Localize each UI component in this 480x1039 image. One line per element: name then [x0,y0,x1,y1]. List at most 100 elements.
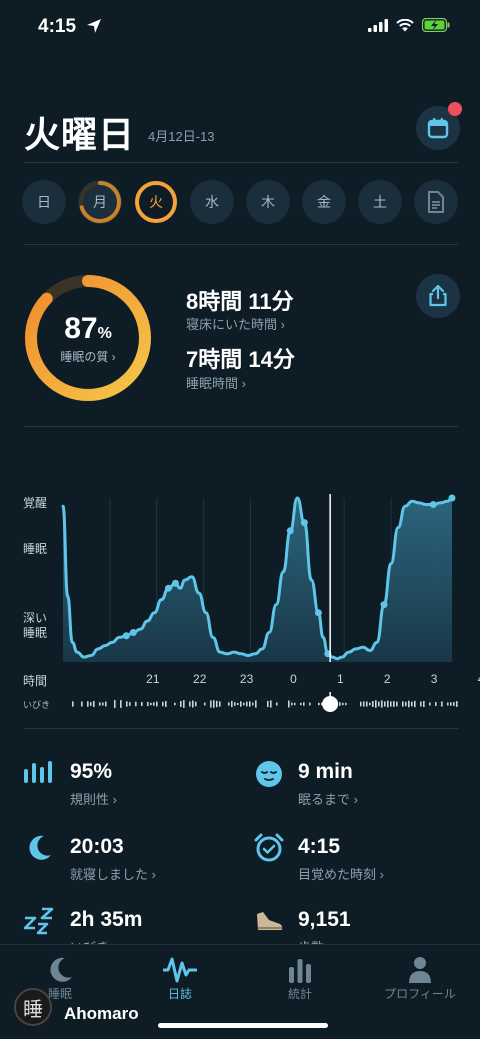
snore-bar [231,700,233,708]
x-axis-title: 時間 [23,674,48,688]
snore-bar [393,701,395,707]
snore-bar [219,701,221,707]
sleepy-face-icon [252,757,286,791]
snore-bar [90,702,92,706]
x-tick-label: 1 [336,672,344,686]
day-label: 木 [261,194,275,210]
alarm-clock-icon [252,831,286,865]
snore-bar [189,701,191,707]
snore-bar [396,701,398,707]
snore-bar [240,701,242,707]
time-to-sleep-label[interactable]: 眠るまで › [298,789,358,808]
sleep-point [300,519,308,527]
waveform-icon [163,957,197,983]
y-label-deep-1: 深い [23,611,48,625]
day-label: 土 [373,194,387,210]
sleep-point [429,501,437,509]
snore-bar [147,701,149,707]
snore-bar [387,700,389,708]
notification-dot [448,102,462,116]
x-tick-label: 23 [239,672,254,686]
snore-bar [93,701,95,707]
snore-bar [180,700,182,708]
time-asleep-value: 7時間 14分 [186,347,295,372]
snore-bar [366,701,368,707]
day-label: 金 [317,194,331,210]
snore-bar [441,701,443,707]
snore-label: いびき [23,700,51,710]
brand-name: Ahomaro [64,1004,139,1023]
wake-time-label[interactable]: 目覚めた時刻 › [298,864,384,883]
snore-bar [183,700,185,708]
calendar-button[interactable] [416,102,462,150]
snore-bar [447,702,449,706]
snore-bar [192,700,194,708]
snore-bar [246,701,248,707]
bar-chart-icon [289,959,311,983]
snore-bar [414,700,416,708]
notes-button[interactable] [414,180,458,224]
share-button[interactable] [416,274,460,318]
document-icon [428,191,444,213]
snore-bar [345,702,347,706]
x-tick-label: 3 [430,672,438,686]
snore-bar [252,702,254,706]
timeline-scrubber[interactable] [322,692,339,712]
snore-bar [156,701,158,707]
sleep-point [164,584,172,592]
day-monday[interactable]: 月 [78,180,122,224]
day-thursday[interactable]: 木 [246,180,290,224]
time-in-bed-label[interactable]: 寝床にいた時間 › [186,314,285,333]
sleep-point [448,494,456,502]
day-friday[interactable]: 金 [302,180,346,224]
battery-charging-icon [422,18,450,32]
tab-profile[interactable]: プロフィール [360,945,480,1005]
bedtime-label[interactable]: 就寝しました › [70,864,156,883]
snore-bar [420,701,422,707]
sleep-point [380,601,388,609]
snore-bar [405,701,407,707]
snore-bar [237,702,239,706]
snore-bar [126,701,128,707]
sleep-quality-value: 87% [64,312,112,345]
brand-watermark: 睡 Ahomaro [14,988,274,1028]
header: 火曜日 4月12日-13 [24,102,462,155]
day-wednesday[interactable]: 水 [190,180,234,224]
snore-bar [372,701,374,707]
snore-bar [318,702,320,706]
snore-bar [456,701,458,707]
day-saturday[interactable]: 土 [358,180,402,224]
snore-bar [162,701,164,707]
shoe-icon [252,904,286,938]
snore-bar [249,701,251,707]
regularity-label[interactable]: 規則性 › [70,789,117,808]
snore-bar [423,701,425,707]
snore-bar [381,700,383,708]
time-in-bed-value: 8時間 11分 [186,289,294,314]
snore-bar [216,700,218,708]
day-label: 水 [205,194,219,210]
snore-bar [99,702,101,706]
cellular-signal-icon [368,18,388,32]
snore-bar [435,702,437,706]
sleep-quality-text[interactable]: 87% 睡眠の質 › [22,312,154,365]
date-range: 4月12日-13 [148,129,215,144]
day-sunday[interactable]: 日 [22,180,66,224]
snore-bar [195,701,197,707]
snore-bar [153,702,155,706]
time-to-sleep-value: 9 min [298,760,353,783]
page-title: 火曜日 [24,114,136,155]
divider [24,426,458,427]
day-label: 火 [149,194,163,210]
day-tuesday-selected[interactable]: 火 [134,180,178,224]
snore-bar [294,702,296,706]
snore-bar [429,702,431,706]
snore-bar [105,701,107,707]
moon-icon [22,831,56,865]
scrubber-knob[interactable] [322,696,339,712]
snore-bar [204,702,206,706]
sleep-quality-label: 睡眠の質 › [60,350,116,364]
snore-bar [342,702,344,706]
time-asleep-label[interactable]: 睡眠時間 › [186,373,246,392]
home-indicator[interactable] [158,1023,328,1028]
